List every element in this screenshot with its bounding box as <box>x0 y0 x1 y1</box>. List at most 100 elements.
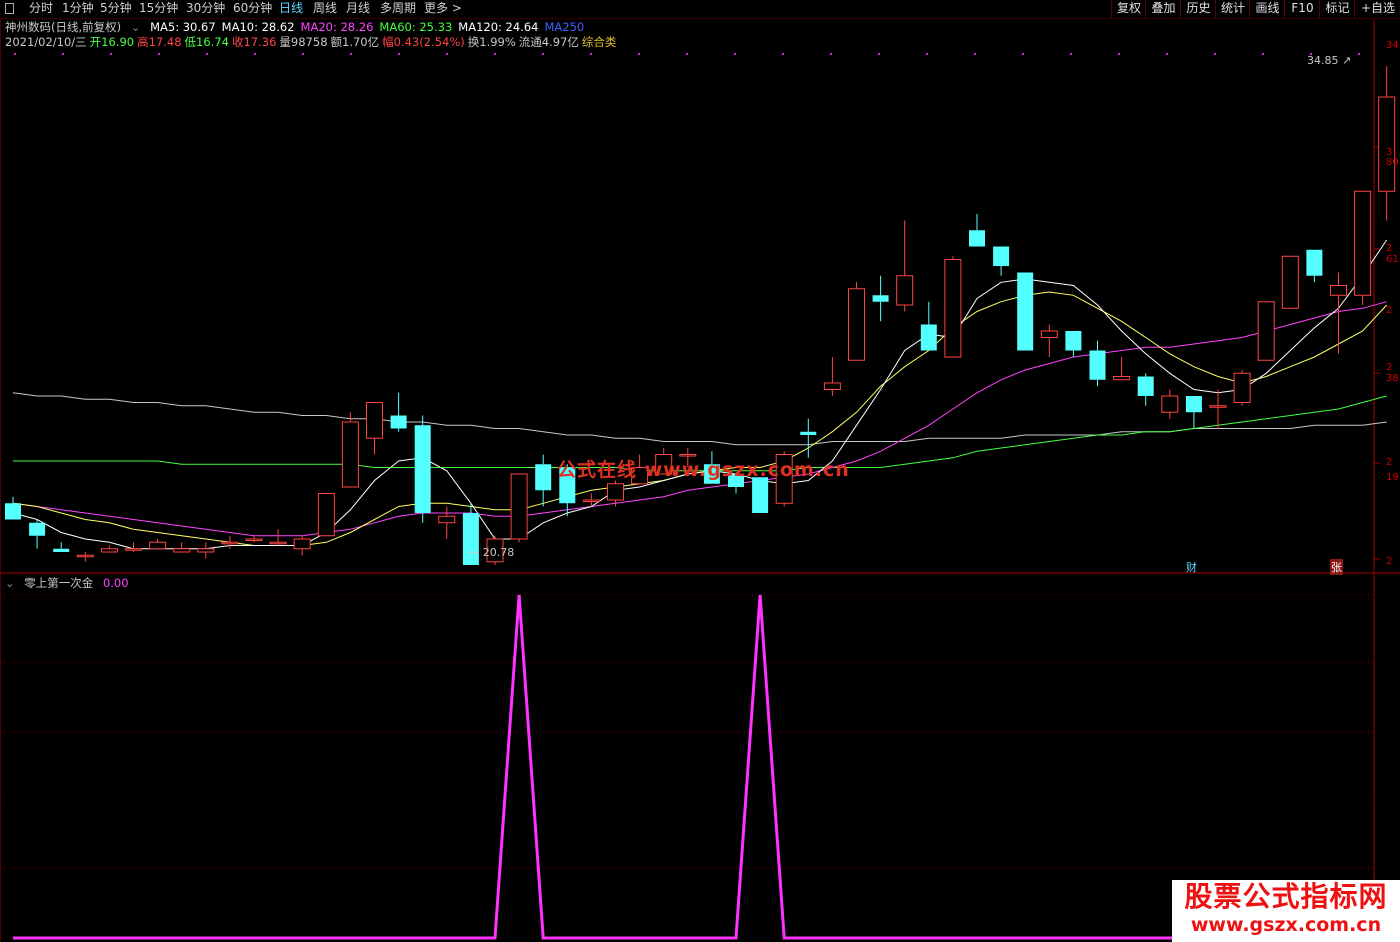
limit-up-marker[interactable]: 张 <box>1330 559 1343 575</box>
top-dot <box>1022 53 1024 55</box>
top-dot <box>686 53 688 55</box>
indicator-header: ⌄ 零上第一次金 0.00 <box>5 576 135 590</box>
candle-body <box>752 477 769 513</box>
finance-marker[interactable]: 财 <box>1186 559 1197 575</box>
candle-body <box>1040 330 1058 338</box>
price-axis-label-2: 80 <box>1386 157 1399 168</box>
period-toolbar: 分时 1分钟 5分钟 15分钟 30分钟 60分钟 日线 周线 月线 多周期 更多 > 复权 叠加 历史统… <box>0 0 1400 19</box>
top-dot <box>1118 53 1120 55</box>
top-dot <box>734 53 736 55</box>
top-dot <box>830 53 832 55</box>
candle-body <box>872 295 889 302</box>
site-logo: 股票公式指标网 www.gszx.com.cn <box>1172 880 1400 942</box>
toolbar-button-6[interactable]: 标记 <box>1319 0 1355 18</box>
info-field-3: 低16.74 <box>184 35 229 49</box>
candle-body <box>823 382 841 390</box>
period-tab-0[interactable]: 分时 <box>29 1 53 16</box>
period-tab-3[interactable]: 15分钟 <box>139 1 178 16</box>
candle-body <box>582 499 600 502</box>
chevron-down-icon[interactable]: ⌄ <box>5 576 15 590</box>
top-dot <box>590 53 592 55</box>
candle-body <box>1017 272 1034 351</box>
candle-body <box>245 538 263 541</box>
candle-body <box>510 473 528 540</box>
top-dot <box>206 53 208 55</box>
ma10-line <box>12 291 1388 546</box>
price-axis-label-9: 19 <box>1386 472 1399 483</box>
candle-body <box>800 431 817 435</box>
period-tab-8[interactable]: 月线 <box>346 1 370 16</box>
period-tab-4[interactable]: 30分钟 <box>186 1 225 16</box>
ma5-line <box>12 239 1388 550</box>
info-field-6: 额1.70亿 <box>330 35 380 49</box>
period-tab-2[interactable]: 5分钟 <box>100 1 132 16</box>
ma-label-1: MA10: 28.62 <box>221 20 295 34</box>
toolbar-button-1[interactable]: 叠加 <box>1145 0 1181 18</box>
info-field-4: 收17.36 <box>231 35 277 49</box>
candle-body <box>5 503 21 520</box>
chevron-down-icon[interactable]: ⌄ <box>131 20 141 34</box>
top-dot <box>446 53 448 55</box>
top-dot <box>62 53 64 55</box>
period-tab-5[interactable]: 60分钟 <box>233 1 272 16</box>
candle-body <box>535 464 552 491</box>
indicator-value: 0.00 <box>102 576 129 590</box>
candle-body <box>1306 249 1323 276</box>
price-axis-label-8: 2 <box>1386 457 1393 468</box>
toolbar-button-5[interactable]: F10 <box>1284 0 1320 18</box>
candle-body <box>920 324 937 351</box>
top-dot <box>1358 53 1360 55</box>
toolbar-button-7[interactable]: +自选 <box>1354 0 1400 18</box>
candle-body <box>341 421 359 488</box>
high-price-label: 34.85 ↗ <box>1307 54 1352 67</box>
top-dot <box>158 53 160 55</box>
top-dot <box>398 53 400 55</box>
top-dot <box>878 53 880 55</box>
candle-body <box>1089 350 1106 380</box>
candle-body <box>269 541 287 545</box>
candle-body <box>76 554 94 558</box>
ma-label-3: MA60: 25.33 <box>379 20 453 34</box>
top-dot <box>542 53 544 55</box>
period-tab-9[interactable]: 多周期 <box>380 1 416 16</box>
toolbar-button-3[interactable]: 统计 <box>1215 0 1250 18</box>
period-tab-7[interactable]: 周线 <box>313 1 337 16</box>
top-dot <box>782 53 784 55</box>
candle-body <box>1185 396 1202 413</box>
period-tab-6[interactable]: 日线 <box>279 1 303 16</box>
info-field-7: 幅0.43(2.54%) <box>382 35 465 49</box>
candle-body <box>1161 395 1179 413</box>
stock-name: 神州数码(日线,前复权) <box>5 20 122 34</box>
low-price-label: ← 20.78 <box>470 546 515 559</box>
candle-body <box>173 548 191 553</box>
price-axis-label-5: 2 <box>1386 305 1393 316</box>
candle-body <box>438 515 456 524</box>
info-field-2: 高17.48 <box>137 35 182 49</box>
bar-info: 2021/02/10/三 开16.90 高17.48 低16.74 收17.36 量987… <box>5 35 619 49</box>
top-dot <box>302 53 304 55</box>
watermark: 公式在线 www.gszx.com.cn <box>557 459 850 481</box>
period-tab-10[interactable]: 更多 > <box>424 1 462 16</box>
candle-body <box>100 548 118 553</box>
candle-body <box>1233 372 1251 403</box>
price-axis-label-7: 38 <box>1386 373 1399 384</box>
candle-body <box>366 402 383 439</box>
toolbar-button-2[interactable]: 历史 <box>1180 0 1216 18</box>
ma-label-2: MA20: 28.26 <box>300 20 374 34</box>
toolbar-button-0[interactable]: 复权 <box>1111 0 1146 18</box>
top-dot <box>638 53 640 55</box>
candle-body <box>1378 96 1396 192</box>
candle-body <box>1330 285 1347 296</box>
candle-body <box>607 483 624 501</box>
candle-body <box>1113 376 1131 381</box>
candle-body <box>149 541 167 550</box>
ma120-line <box>12 392 1387 446</box>
toolbar-button-4[interactable]: 画线 <box>1249 0 1285 18</box>
period-tab-1[interactable]: 1分钟 <box>62 1 94 16</box>
candle-body <box>390 415 407 429</box>
info-field-10: 综合类 <box>581 35 617 49</box>
top-dot <box>350 53 352 55</box>
info-field-9: 流通4.97亿 <box>518 35 579 49</box>
panel-toggle-icon[interactable] <box>5 3 14 14</box>
candle-body <box>29 522 46 536</box>
